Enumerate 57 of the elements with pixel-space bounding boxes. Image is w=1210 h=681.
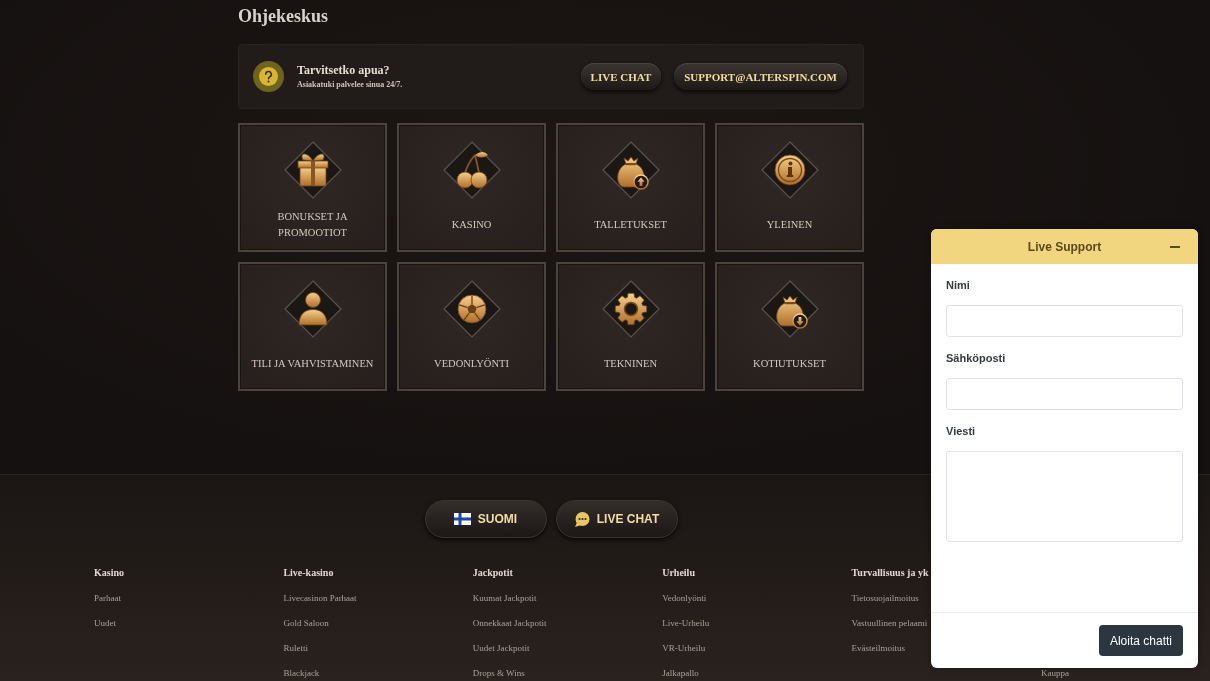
language-button[interactable]: SUOMI [424,500,547,538]
input-field[interactable] [946,305,1183,337]
money-bag-arrow-down-icon [760,280,819,338]
category-tile[interactable]: YLEINEN [715,123,864,252]
footer-link[interactable]: Livecasinon Parhaat [283,592,357,605]
text-area[interactable] [946,451,1183,542]
help-icon [253,61,284,92]
category-tile[interactable]: TALLETUKSET [556,123,705,252]
person-icon [283,280,342,338]
chat-bubble-icon [573,511,590,527]
category-tile[interactable]: VEDONLYÖNTI [397,262,546,391]
footer-heading: Live-kasino [283,566,334,580]
footer-heading: Kasino [94,566,124,580]
footer-link[interactable]: Drops & Wins [472,667,525,680]
info-icon [760,141,819,199]
footer-heading: Urheilu [662,566,695,580]
footer-link[interactable]: Uudet [94,617,116,630]
footer-link[interactable]: Gold Saloon [283,617,329,630]
footer-link[interactable]: Kuumat Jackpotit [472,592,537,605]
minimize-icon [1170,245,1180,248]
footer-link[interactable]: Ruletti [283,642,308,655]
footer-link[interactable]: Evästeilmoitus [851,642,906,655]
gift-icon [283,141,342,199]
gear-icon [601,280,660,338]
category-tile[interactable]: KOTIUTUKSET [715,262,864,391]
footer-heading: Jackpotit [472,566,513,580]
finland-flag-icon [453,513,471,525]
footer-link[interactable]: Parhaat [94,592,121,605]
footer-link[interactable]: Blackjack [283,667,320,680]
category-tile[interactable]: TEKNINEN [556,262,705,391]
start-chat-button[interactable]: Aloita chatti [1098,625,1183,656]
live-chat-button[interactable]: LIVE CHAT [580,63,662,90]
category-tile[interactable]: KASINO [397,123,546,252]
email-button[interactable]: SUPPORT@ALTERSPIN.COM [674,63,847,90]
field-label: Viesti [946,424,976,438]
footer-link[interactable]: Vedonlyönti [662,592,707,605]
footer-link[interactable]: Live-Urheilu [662,617,710,630]
footer-link[interactable]: Tietosuojailmoitus [851,592,919,605]
footer-link[interactable]: Uudet Jackpotit [472,642,530,655]
footer-heading: Turvallisuus ja yk [851,566,929,580]
category-tile[interactable]: TILI JA VAHVISTAMINEN [238,262,387,391]
live-chat-button[interactable]: LIVE CHAT [555,500,678,538]
field-label: Nimi [946,278,970,292]
footer-link[interactable]: Vastuullinen pelaami [851,617,928,630]
footer-link[interactable]: Onnekkaat Jackpotit [472,617,547,630]
page-title: Ohjekeskus [238,5,329,27]
input-field[interactable] [946,378,1183,410]
footer-link[interactable]: Jalkapallo [662,667,699,680]
footer-link[interactable]: Kauppa [1040,667,1069,680]
category-tile[interactable]: BONUKSET JA PROMOOTIOT [238,123,387,252]
footer-link[interactable]: VR-Urheilu [662,642,706,655]
panel-title: Live Support [1027,239,1102,254]
field-label: Sähköposti [946,351,1006,365]
help-title: Tarvitsetko apua? [297,63,390,78]
cherries-icon [442,141,501,199]
money-bag-arrow-up-icon [601,141,660,199]
help-subtitle: Asiakatuki palvelee sinua 24/7. [297,80,403,90]
